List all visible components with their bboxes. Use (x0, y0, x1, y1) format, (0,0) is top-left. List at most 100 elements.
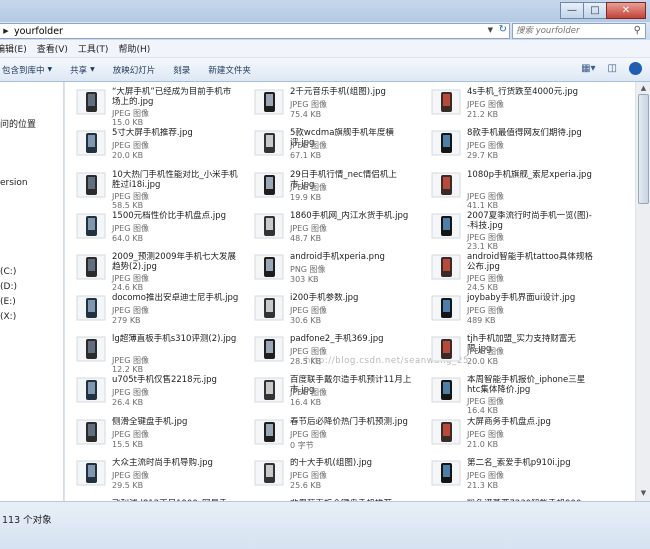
file-name: 2007夏季流行时尚手机一览(图)--科技.jpg (467, 211, 592, 231)
file-name: 1860手机网_内江水货手机.jpg (290, 211, 409, 221)
file-item[interactable]: 1500元档性价比手机盘点.jpg JPEG 图像 64.0 KB (65, 207, 237, 249)
image-thumbnail-icon (430, 333, 462, 365)
file-item[interactable]: 第二名_索爱手机p910i.jpg JPEG 图像 21.3 KB (420, 454, 592, 496)
file-item[interactable]: 大屏商务手机盘点.jpg JPEG 图像 21.0 KB (420, 413, 592, 455)
maximize-button[interactable]: □ (583, 2, 607, 19)
file-item[interactable]: tjh手机加盟_实力支持财富无限.jpg JPEG 图像 20.0 KB (420, 330, 592, 372)
file-item[interactable]: i200手机参数.jpg JPEG 图像 30.6 KB (243, 289, 415, 331)
burn-button[interactable]: 刻录 (173, 64, 190, 76)
menu-bar: 编辑(E) 查看(V) 工具(T) 帮助(H) (0, 40, 650, 58)
menu-view[interactable]: 查看(V) (37, 42, 68, 55)
slideshow-button[interactable]: 放映幻灯片 (113, 64, 156, 76)
file-item[interactable]: 春节后必降价热门手机预测.jpg JPEG 图像 0 字节 (243, 413, 415, 455)
file-item[interactable]: 5寸大屏手机推荐.jpg JPEG 图像 20.0 KB (65, 124, 237, 166)
address-path[interactable]: yourfolder (14, 26, 63, 37)
image-thumbnail-icon (430, 210, 462, 242)
file-type: JPEG 图像 (290, 100, 327, 109)
file-item[interactable]: 大众主流时尚手机导购.jpg JPEG 图像 29.5 KB (65, 454, 237, 496)
chevron-down-icon[interactable]: ▼ (488, 26, 493, 34)
file-type: JPEG 图像 (112, 141, 149, 150)
change-view-icon[interactable]: ▦▾ (581, 63, 595, 74)
file-item[interactable]: 10大热门手机性能对比_小米手机胜过i18i.jpg JPEG 图像 58.5 KB (65, 166, 238, 210)
file-type: JPEG 图像 (290, 430, 327, 439)
file-item[interactable]: 5款wcdma旗舰手机年度横评.jpg JPEG 图像 67.1 KB (243, 124, 415, 166)
file-name: 8款手机最值得网友们期待.jpg (467, 128, 582, 138)
file-item[interactable]: 百度联手戴尔造手机预计11月上市.jpg JPEG 图像 16.4 KB (243, 371, 415, 413)
nav-item-drive-c[interactable]: (C:) (0, 267, 16, 277)
image-thumbnail-icon (430, 169, 462, 201)
file-name: 1500元档性价比手机盘点.jpg (112, 211, 226, 221)
file-name: docomo推出安卓迪士尼手机.jpg (112, 293, 239, 303)
menu-edit[interactable]: 编辑(E) (0, 42, 27, 55)
file-type: JPEG 图像 (290, 347, 327, 356)
file-item[interactable]: android智能手机tattoo具体规格公布.jpg JPEG 图像 24.5 K… (420, 248, 593, 292)
search-input[interactable] (516, 26, 628, 36)
file-size: 67.1 KB (290, 151, 322, 160)
file-name: 5寸大屏手机推荐.jpg (112, 128, 193, 138)
nav-item-drive-x[interactable]: (X:) (0, 312, 16, 322)
image-thumbnail-icon (75, 251, 107, 283)
image-thumbnail-icon (75, 292, 107, 324)
file-size: 19.9 KB (290, 193, 322, 202)
preview-pane-icon[interactable]: ◫ (608, 63, 617, 74)
menu-tools[interactable]: 工具(T) (78, 42, 109, 55)
file-item[interactable]: 本周智能手机报价_iphone三星htc集体降价.jpg JPEG 图像 16.4 … (420, 371, 592, 415)
chevron-down-icon: ▼ (47, 66, 53, 73)
nav-item-recent-places[interactable]: 问的位置 (0, 117, 36, 130)
close-button[interactable]: ✕ (606, 2, 646, 19)
include-label: 包含到库中 (2, 65, 45, 76)
file-item[interactable]: 29日手机行情_nec情侣机上市.jpg JPEG 图像 19.9 KB (243, 166, 415, 208)
file-item[interactable]: 2009_预测2009年手机七大发展趋势(2).jpg JPEG 图像 24.6 K… (65, 248, 237, 292)
nav-item-version[interactable]: ersion (0, 178, 28, 188)
file-item[interactable]: 2007夏季流行时尚手机一览(图)--科技.jpg JPEG 图像 23.1 KB (420, 207, 592, 251)
scroll-up-icon[interactable]: ▲ (638, 83, 649, 94)
nav-item-drive-d[interactable]: (D:) (0, 282, 17, 292)
file-type: PNG 图像 (290, 265, 326, 274)
help-icon[interactable]: ? (629, 62, 642, 75)
file-name: android手机xperia.png (290, 252, 385, 262)
window-controls: — □ ✕ (560, 2, 646, 19)
scroll-thumb[interactable] (638, 94, 649, 204)
file-item[interactable]: 的十大手机(组图).jpg JPEG 图像 25.6 KB (243, 454, 415, 496)
include-in-library-button[interactable]: 包含到库中 ▼ (2, 64, 52, 76)
file-name: lg超薄直板手机s310评测(2).jpg (112, 334, 237, 344)
file-item[interactable]: 1860手机网_内江水货手机.jpg JPEG 图像 48.7 KB (243, 207, 415, 249)
refresh-icon[interactable]: ↻ (499, 24, 507, 35)
file-item[interactable]: padfone2_手机369.jpg JPEG 图像 28.5 KB (243, 330, 415, 372)
slideshow-label: 放映幻灯片 (112, 65, 156, 76)
file-type: JPEG 图像 (112, 306, 149, 315)
file-item[interactable]: 2千元音乐手机(组图).jpg JPEG 图像 75.4 KB (243, 83, 415, 125)
image-thumbnail-icon (253, 374, 285, 406)
file-list: http://blog.csdn.net/seanwang_25 “大屏手机”已… (65, 82, 635, 501)
file-item[interactable]: 侧滑全键盘手机.jpg JPEG 图像 15.5 KB (65, 413, 237, 455)
share-button[interactable]: 共享 ▼ (70, 64, 95, 76)
file-size: 21.0 KB (467, 440, 499, 449)
scroll-down-icon[interactable]: ▼ (638, 488, 649, 499)
file-item[interactable]: joybaby手机界面ui设计.jpg JPEG 图像 489 KB (420, 289, 592, 331)
vertical-scrollbar[interactable]: ▲ ▼ (635, 82, 650, 501)
breadcrumb-arrow-icon[interactable]: ▶ (0, 27, 12, 35)
file-item[interactable]: 4s手机_行货跌至4000元.jpg JPEG 图像 21.2 KB (420, 83, 592, 125)
file-size: 48.7 KB (290, 234, 322, 243)
image-thumbnail-icon (75, 416, 107, 448)
search-icon[interactable]: ⚲ (634, 25, 641, 36)
search-box[interactable]: ⚲ (512, 23, 646, 39)
file-type: JPEG 图像 (467, 141, 504, 150)
menu-help[interactable]: 帮助(H) (118, 42, 150, 55)
file-item[interactable]: u705t手机仅售2218元.jpg JPEG 图像 26.4 KB (65, 371, 237, 413)
file-name: 侧滑全键盘手机.jpg (112, 417, 188, 427)
new-folder-button[interactable]: 新建文件夹 (208, 64, 251, 76)
file-item[interactable]: lg超薄直板手机s310评测(2).jpg JPEG 图像 12.2 KB (65, 330, 237, 374)
address-bar[interactable]: ▶ yourfolder ▼ ↻ (0, 23, 510, 39)
file-type: JPEG 图像 (290, 471, 327, 480)
image-thumbnail-icon (75, 86, 107, 118)
nav-item-drive-e[interactable]: (E:) (0, 297, 16, 307)
file-item[interactable]: 1080p手机旗舰_索尼xperia.jpg JPEG 图像 41.1 KB (420, 166, 592, 210)
file-type: JPEG 图像 (290, 224, 327, 233)
file-item[interactable]: docomo推出安卓迪士尼手机.jpg JPEG 图像 279 KB (65, 289, 239, 331)
file-item[interactable]: 8款手机最值得网友们期待.jpg JPEG 图像 29.7 KB (420, 124, 592, 166)
file-size: 21.3 KB (467, 481, 499, 490)
file-item[interactable]: “大屏手机”已经成为目前手机市场上的.jpg JPEG 图像 15.0 KB (65, 83, 237, 127)
minimize-button[interactable]: — (560, 2, 584, 19)
file-item[interactable]: android手机xperia.png PNG 图像 303 KB (243, 248, 415, 290)
